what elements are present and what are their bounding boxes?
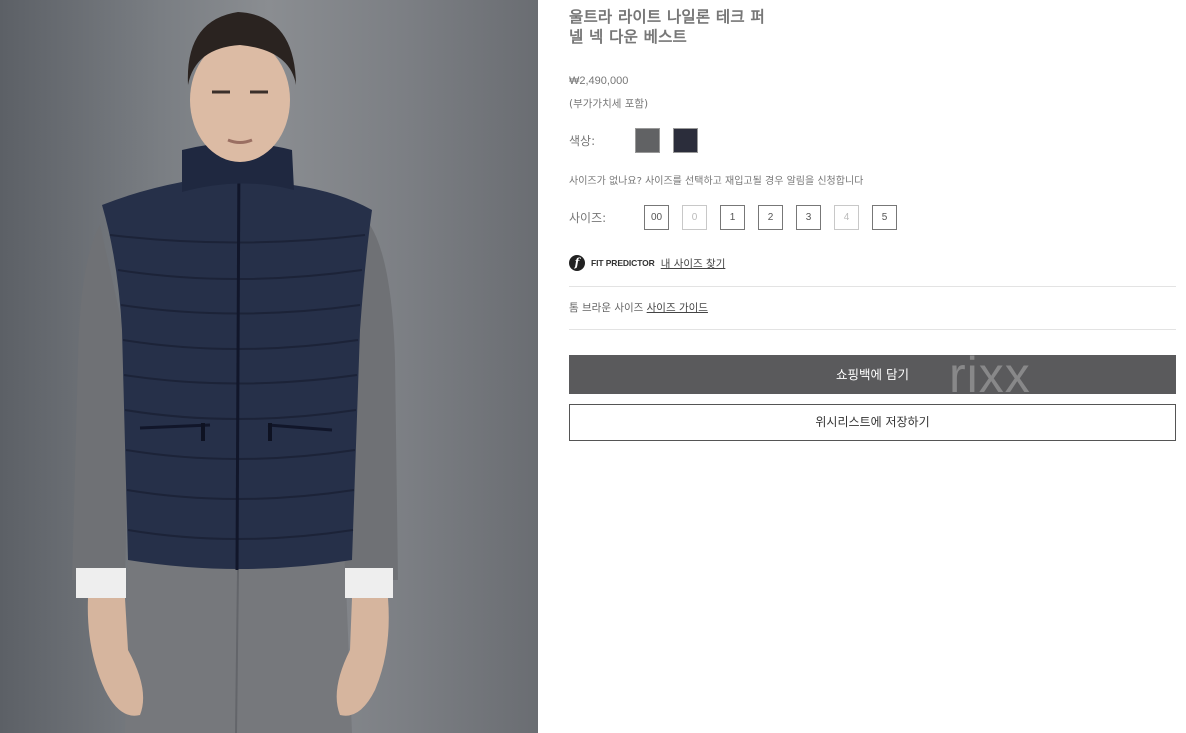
size-option-4[interactable]: 4 — [834, 205, 859, 230]
size-option-3[interactable]: 3 — [796, 205, 821, 230]
restock-notify-text: 사이즈가 없나요? 사이즈를 선택하고 재입고될 경우 알림을 신청합니다 — [569, 176, 864, 187]
add-to-bag-label: 쇼핑백에 담기 — [836, 367, 909, 382]
color-label: 색상: — [569, 134, 596, 148]
product-title: 울트라 라이트 나일론 테크 퍼 넬 넥 다운 베스트 — [569, 7, 765, 47]
color-swatch-navy[interactable] — [673, 128, 698, 153]
find-my-size-link[interactable]: 내 사이즈 찾기 — [661, 256, 726, 271]
vat-note: (부가가치세 포함) — [569, 98, 649, 110]
watermark: rixx — [949, 355, 1031, 394]
size-label: 사이즈: — [569, 211, 607, 225]
size-option-2[interactable]: 2 — [758, 205, 783, 230]
size-guide-link[interactable]: 사이즈 가이드 — [647, 302, 708, 314]
fit-predictor-brand: FIT PREDICTOR — [591, 258, 655, 268]
divider — [569, 329, 1176, 330]
fit-predictor-icon: f — [569, 255, 585, 271]
size-option-00[interactable]: 00 — [644, 205, 669, 230]
size-option-5[interactable]: 5 — [872, 205, 897, 230]
model-illustration — [72, 12, 398, 733]
add-to-bag-button[interactable]: 쇼핑백에 담기 rixx — [569, 355, 1176, 394]
product-title-line2: 넬 넥 다운 베스트 — [569, 28, 688, 46]
size-option-0[interactable]: 0 — [682, 205, 707, 230]
product-price: ₩2,490,000 — [569, 75, 629, 87]
size-guide-prefix: 톰 브라운 사이즈 — [569, 302, 644, 314]
size-option-1[interactable]: 1 — [720, 205, 745, 230]
save-to-wishlist-button[interactable]: 위시리스트에 저장하기 — [569, 404, 1176, 441]
fit-predictor: f FIT PREDICTOR 내 사이즈 찾기 — [569, 255, 725, 271]
size-guide-row: 톰 브라운 사이즈 사이즈 가이드 — [569, 300, 708, 315]
product-title-line1: 울트라 라이트 나일론 테크 퍼 — [569, 8, 765, 26]
product-image — [0, 0, 538, 733]
color-swatch-grey[interactable] — [635, 128, 660, 153]
divider — [569, 286, 1176, 287]
